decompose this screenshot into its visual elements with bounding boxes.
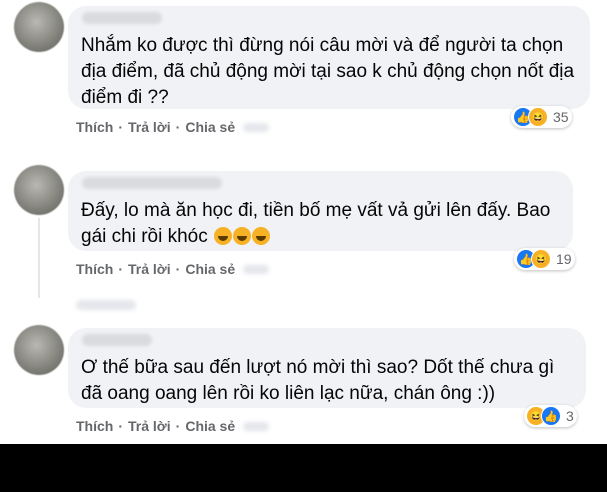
laughing-crying-emoji-icon	[233, 227, 252, 245]
comment-bubble: Ơ thế bữa sau đến lượt nó mời thì sao? D…	[68, 328, 586, 408]
haha-reaction-icon: 😆	[528, 107, 548, 127]
separator: ·	[118, 119, 124, 135]
timestamp-blurred[interactable]	[243, 421, 270, 431]
reaction-count: 19	[556, 251, 572, 267]
comment-line: đã oang oang lên rồi ko liên lạc nữa, ch…	[81, 383, 496, 404]
laughing-crying-emoji-icon	[252, 227, 271, 245]
comment-line: gái chi rồi khóc	[81, 224, 550, 250]
reaction-summary[interactable]: 😆 👍 3	[524, 405, 577, 427]
share-button[interactable]: Chia sẻ	[185, 261, 235, 277]
edited-timestamp-blurred	[76, 300, 136, 310]
comment-line: Ơ thế bữa sau đến lượt nó mời thì sao? D…	[81, 357, 555, 378]
separator: ·	[118, 418, 124, 434]
reaction-count: 35	[553, 109, 569, 125]
like-button[interactable]: Thích	[76, 418, 113, 434]
reply-button[interactable]: Trả lời	[128, 418, 171, 434]
haha-reaction-icon: 😆	[531, 249, 551, 269]
comment-line: địa điểm, đã chủ động mời tại sao k chủ …	[81, 61, 575, 82]
share-button[interactable]: Chia sẻ	[185, 418, 235, 434]
timestamp-blurred[interactable]	[243, 122, 270, 132]
comment-line: Đấy, lo mà ăn học đi, tiền bố mẹ vất vả …	[81, 200, 551, 221]
timestamp-blurred[interactable]	[243, 264, 270, 274]
comment-line: điểm đi ??	[81, 87, 169, 108]
avatar[interactable]	[14, 325, 64, 375]
comment-text: Ơ thế bữa sau đến lượt nó mời thì sao? D…	[81, 355, 554, 407]
black-bar	[0, 444, 607, 492]
comment-line: Nhắm ko được thì đừng nói câu mời và để …	[81, 35, 564, 56]
comment-bubble: Nhắm ko được thì đừng nói câu mời và để …	[68, 6, 590, 109]
reaction-summary[interactable]: 👍 😆 35	[511, 106, 572, 128]
author-name-blurred[interactable]	[82, 334, 152, 346]
reply-button[interactable]: Trả lời	[128, 261, 171, 277]
avatar[interactable]	[14, 2, 64, 52]
reaction-summary[interactable]: 👍 😆 19	[514, 248, 575, 270]
comment-text: Đấy, lo mà ăn học đi, tiền bố mẹ vất vả …	[81, 198, 550, 250]
like-button[interactable]: Thích	[76, 119, 113, 135]
reply-button[interactable]: Trả lời	[128, 119, 171, 135]
thread-line	[38, 218, 40, 298]
comment-actions: Thích · Trả lời · Chia sẻ	[76, 418, 270, 434]
author-name-blurred[interactable]	[82, 177, 222, 189]
laughing-crying-emoji-icon	[214, 227, 233, 245]
comment-line-text: gái chi rồi khóc	[81, 226, 208, 247]
separator: ·	[175, 418, 181, 434]
comment-actions: Thích · Trả lời · Chia sẻ	[76, 119, 270, 135]
like-reaction-icon: 👍	[541, 406, 561, 426]
author-name-blurred[interactable]	[82, 12, 162, 24]
share-button[interactable]: Chia sẻ	[185, 119, 235, 135]
separator: ·	[118, 261, 124, 277]
avatar[interactable]	[14, 165, 64, 215]
like-button[interactable]: Thích	[76, 261, 113, 277]
reaction-count: 3	[566, 408, 574, 424]
separator: ·	[175, 119, 181, 135]
separator: ·	[175, 261, 181, 277]
comment-bubble: Đấy, lo mà ăn học đi, tiền bố mẹ vất vả …	[68, 171, 573, 251]
comment-actions: Thích · Trả lời · Chia sẻ	[76, 261, 270, 277]
comment-text: Nhắm ko được thì đừng nói câu mời và để …	[81, 33, 574, 111]
